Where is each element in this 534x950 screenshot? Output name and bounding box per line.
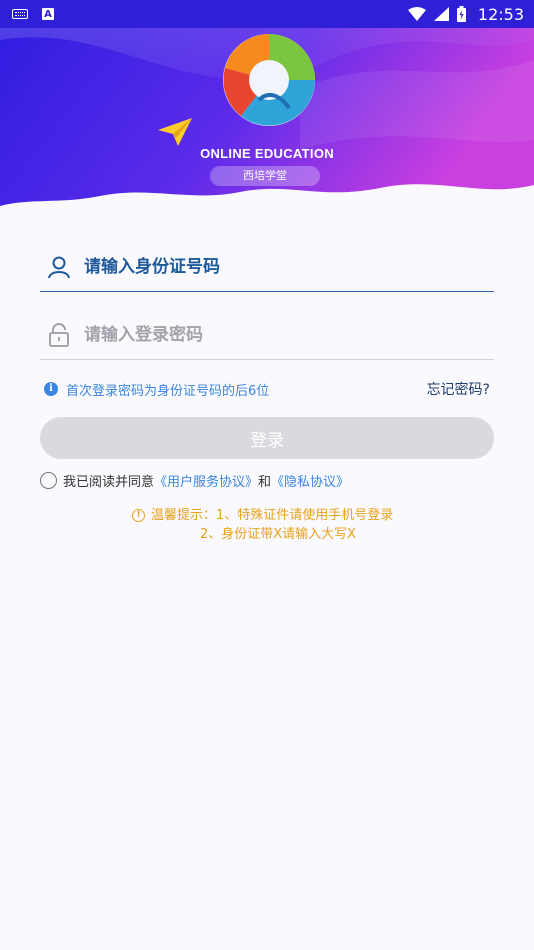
brand-subtitle: 西培学堂 — [210, 166, 320, 186]
lock-icon — [44, 320, 74, 350]
password-input[interactable] — [84, 324, 464, 345]
tip-line-1: 温馨提示：1、特殊证件请使用手机号登录 — [151, 508, 394, 523]
agreement-row: 我已阅读并同意 《用户服务协议》 和 《隐私协议》 — [40, 469, 349, 491]
a-icon: A — [42, 8, 54, 20]
forgot-password-link[interactable]: 忘记密码? — [427, 379, 490, 399]
password-hint: 首次登录密码为身份证号码的后6位 — [66, 383, 270, 399]
password-field — [40, 310, 494, 360]
agree-radio[interactable] — [40, 471, 57, 489]
user-icon — [44, 252, 74, 282]
brand-title: ONLINE EDUCATION — [200, 146, 334, 161]
globe-logo-icon — [223, 34, 315, 126]
header-banner: ONLINE EDUCATION 西培学堂 — [0, 0, 534, 215]
wifi-icon — [407, 7, 426, 21]
status-time: 12:53 — [477, 4, 524, 24]
agree-prefix: 我已阅读并同意 — [63, 474, 155, 490]
id-number-input[interactable] — [84, 256, 464, 277]
paper-plane-icon — [158, 118, 192, 146]
battery-icon — [456, 6, 466, 22]
login-button[interactable]: 登录 — [40, 417, 494, 459]
status-bar: A 12:53 — [0, 0, 534, 28]
info-icon: i — [44, 382, 58, 396]
keyboard-icon — [12, 9, 28, 19]
agree-and: 和 — [258, 474, 272, 490]
user-service-agreement-link[interactable]: 《用户服务协议》 — [154, 471, 258, 490]
tip-line-2: 2、身份证带X请输入大写X — [200, 527, 357, 542]
warning-icon: ! — [132, 509, 145, 522]
password-hint-row: i 首次登录密码为身份证号码的后6位 忘记密码? — [44, 378, 490, 400]
signal-icon — [433, 7, 449, 21]
id-number-field — [40, 242, 494, 292]
warm-tips: ! 温馨提示：1、特殊证件请使用手机号登录 2、身份证带X请输入大写X — [0, 506, 534, 544]
privacy-agreement-link[interactable]: 《隐私协议》 — [271, 471, 349, 490]
